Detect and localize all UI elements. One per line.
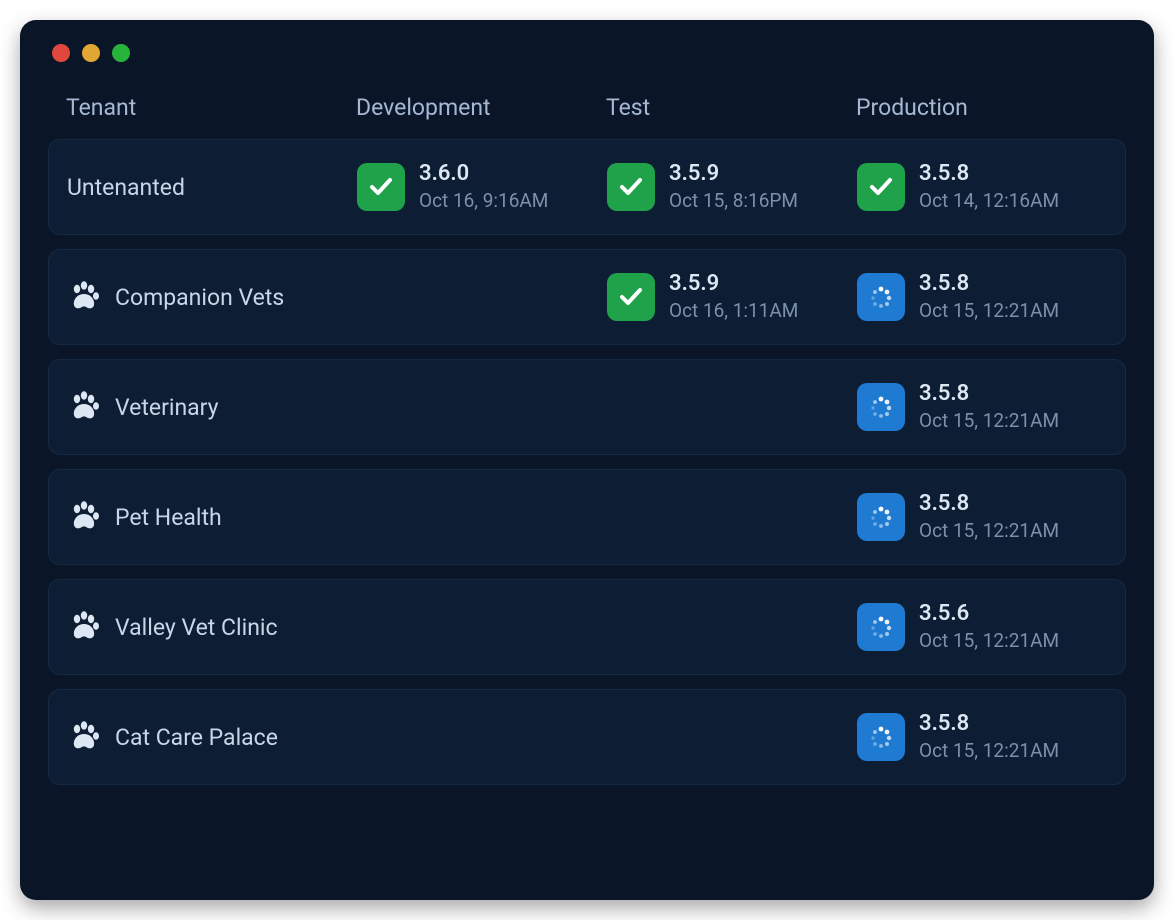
success-icon: [607, 163, 655, 211]
version-label: 3.5.8: [919, 272, 1059, 296]
table-row[interactable]: Pet Health 3.5.8 Oct 15, 12:21AM: [48, 469, 1126, 565]
pending-icon: [857, 713, 905, 761]
deployment-info: 3.5.6 Oct 15, 12:21AM: [919, 602, 1059, 651]
tenant-name: Pet Health: [115, 504, 222, 531]
tenant-name: Untenanted: [67, 174, 185, 201]
col-test: Test: [606, 94, 856, 121]
table-header: Tenant Development Test Production: [48, 80, 1126, 139]
table-row[interactable]: Valley Vet Clinic 3.5.6 Oct 15, 12:21AM: [48, 579, 1126, 675]
tenant-cell[interactable]: Valley Vet Clinic: [67, 610, 357, 644]
tenant-name: Cat Care Palace: [115, 724, 278, 751]
deployment-cell-prod[interactable]: 3.5.8 Oct 15, 12:21AM: [857, 492, 1107, 541]
col-development: Development: [356, 94, 606, 121]
pending-icon: [857, 603, 905, 651]
version-label: 3.5.8: [919, 382, 1059, 406]
timestamp-label: Oct 16, 1:11AM: [669, 299, 798, 322]
paw-icon: [67, 500, 101, 534]
window-zoom-button[interactable]: [112, 44, 130, 62]
timestamp-label: Oct 15, 12:21AM: [919, 739, 1059, 762]
app-window: Tenant Development Test Production Unten…: [20, 20, 1154, 900]
paw-icon: [67, 720, 101, 754]
tenant-cell[interactable]: Veterinary: [67, 390, 357, 424]
timestamp-label: Oct 15, 12:21AM: [919, 629, 1059, 652]
paw-icon: [67, 390, 101, 424]
tenant-name: Valley Vet Clinic: [115, 614, 278, 641]
tenant-cell[interactable]: Untenanted: [67, 174, 357, 201]
deployment-info: 3.5.8 Oct 14, 12:16AM: [919, 162, 1059, 211]
deployment-info: 3.5.8 Oct 15, 12:21AM: [919, 492, 1059, 541]
deployment-cell-test[interactable]: 3.5.9 Oct 15, 8:16PM: [607, 162, 857, 211]
window-titlebar: [48, 38, 1126, 80]
deployment-cell-prod[interactable]: 3.5.8 Oct 15, 12:21AM: [857, 382, 1107, 431]
tenant-name: Companion Vets: [115, 284, 284, 311]
deployment-info: 3.6.0 Oct 16, 9:16AM: [419, 162, 548, 211]
deployment-cell-prod[interactable]: 3.5.8 Oct 14, 12:16AM: [857, 162, 1107, 211]
pending-icon: [857, 383, 905, 431]
table-row[interactable]: Cat Care Palace 3.5.8 Oct 15, 12:21AM: [48, 689, 1126, 785]
pending-icon: [857, 493, 905, 541]
deployment-cell-prod[interactable]: 3.5.8 Oct 15, 12:21AM: [857, 712, 1107, 761]
deployment-cell-prod[interactable]: 3.5.6 Oct 15, 12:21AM: [857, 602, 1107, 651]
success-icon: [607, 273, 655, 321]
table-body: Untenanted 3.6.0 Oct 16, 9:16AM 3.5.9 Oct 15…: [48, 139, 1126, 785]
version-label: 3.5.8: [919, 492, 1059, 516]
tenant-name: Veterinary: [115, 394, 219, 421]
deployment-info: 3.5.9 Oct 15, 8:16PM: [669, 162, 798, 211]
pending-icon: [857, 273, 905, 321]
col-tenant: Tenant: [66, 94, 356, 121]
success-icon: [357, 163, 405, 211]
deployment-cell-prod[interactable]: 3.5.8 Oct 15, 12:21AM: [857, 272, 1107, 321]
timestamp-label: Oct 15, 12:21AM: [919, 299, 1059, 322]
timestamp-label: Oct 16, 9:16AM: [419, 189, 548, 212]
tenant-cell[interactable]: Pet Health: [67, 500, 357, 534]
version-label: 3.5.9: [669, 162, 798, 186]
tenant-cell[interactable]: Cat Care Palace: [67, 720, 357, 754]
timestamp-label: Oct 15, 8:16PM: [669, 189, 798, 212]
version-label: 3.5.8: [919, 712, 1059, 736]
timestamp-label: Oct 14, 12:16AM: [919, 189, 1059, 212]
window-minimize-button[interactable]: [82, 44, 100, 62]
timestamp-label: Oct 15, 12:21AM: [919, 409, 1059, 432]
deployment-info: 3.5.8 Oct 15, 12:21AM: [919, 272, 1059, 321]
deployment-info: 3.5.8 Oct 15, 12:21AM: [919, 712, 1059, 761]
version-label: 3.5.8: [919, 162, 1059, 186]
window-close-button[interactable]: [52, 44, 70, 62]
paw-icon: [67, 280, 101, 314]
deployment-info: 3.5.8 Oct 15, 12:21AM: [919, 382, 1059, 431]
paw-icon: [67, 610, 101, 644]
version-label: 3.5.9: [669, 272, 798, 296]
table-row[interactable]: Veterinary 3.5.8 Oct 15, 12:21AM: [48, 359, 1126, 455]
timestamp-label: Oct 15, 12:21AM: [919, 519, 1059, 542]
table-row[interactable]: Companion Vets 3.5.9 Oct 16, 1:11AM 3.5.8 Oc…: [48, 249, 1126, 345]
tenant-cell[interactable]: Companion Vets: [67, 280, 357, 314]
deployment-info: 3.5.9 Oct 16, 1:11AM: [669, 272, 798, 321]
version-label: 3.6.0: [419, 162, 548, 186]
deployment-cell-test[interactable]: 3.5.9 Oct 16, 1:11AM: [607, 272, 857, 321]
deployment-cell-dev[interactable]: 3.6.0 Oct 16, 9:16AM: [357, 162, 607, 211]
version-label: 3.5.6: [919, 602, 1059, 626]
success-icon: [857, 163, 905, 211]
col-production: Production: [856, 94, 1108, 121]
table-row[interactable]: Untenanted 3.6.0 Oct 16, 9:16AM 3.5.9 Oct 15…: [48, 139, 1126, 235]
